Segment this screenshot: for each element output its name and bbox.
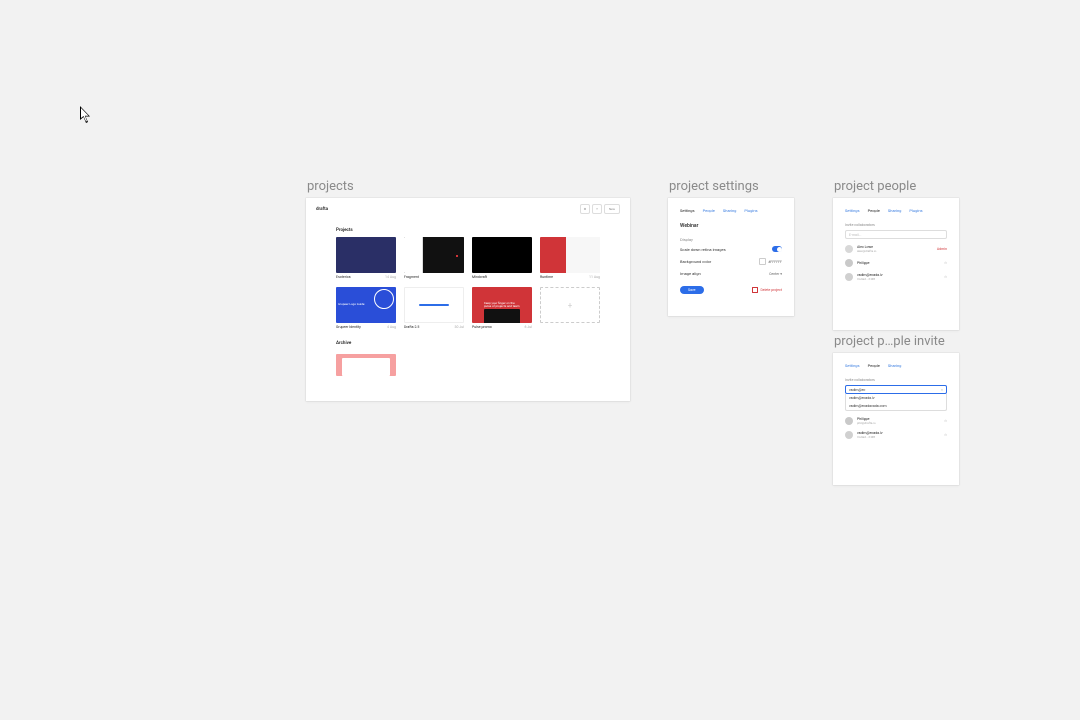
project-card[interactable]: Grupeer Logo Guide Grupeer Identity4 Aug [336, 287, 396, 329]
project-card[interactable]: Fragment [404, 237, 464, 279]
pointer-cursor [80, 106, 92, 124]
thumb-drafta [404, 287, 464, 323]
person-row: vadim@ecada.lv Invited - 3 MB ⊖ [845, 273, 947, 281]
thumb-pulse: Keep your finger on the pulse of project… [472, 287, 532, 323]
row-scale-images: Scale down retina images [680, 246, 782, 252]
artboard-projects[interactable]: drafta ⚙ ⍟ New Projects Esoterica14 Aug … [306, 198, 630, 401]
autocomplete-item[interactable]: vadim@ecadacada.com [846, 402, 946, 410]
autocomplete-item[interactable]: vadim@ecada.lv [846, 394, 946, 402]
user-icon[interactable]: ⍟ [592, 204, 602, 214]
thumb-mindcraft [472, 237, 532, 273]
bg-color-control[interactable]: #FFFFFF [759, 258, 782, 265]
avatar [845, 259, 853, 267]
email-input[interactable]: E-mail... [845, 230, 947, 239]
artboard-label-projects: projects [307, 179, 354, 194]
display-group-heading: Display [680, 237, 782, 242]
tab-settings[interactable]: Settings [845, 363, 860, 368]
toggle-scale[interactable] [772, 246, 782, 252]
artboard-people[interactable]: Settings People Sharing Plugins Invite c… [833, 198, 959, 330]
tabs: Settings People Sharing Plugins [680, 208, 782, 213]
thumb-fragment [404, 237, 464, 273]
tab-sharing[interactable]: Sharing [723, 208, 737, 213]
tab-plugins[interactable]: Plugins [744, 208, 757, 213]
remove-icon[interactable]: ⊖ [944, 433, 947, 437]
artboard-label-people: project people [834, 179, 916, 194]
add-project-icon: + [540, 287, 600, 323]
person-row: Alex Lowe alex@drafta.io Admin [845, 245, 947, 253]
avatar [845, 417, 853, 425]
thumb-esoterica [336, 237, 396, 273]
row-image-align: Image align Center ▾ [680, 271, 782, 276]
remove-icon[interactable]: ⊖ [944, 419, 947, 423]
avatar [845, 245, 853, 253]
tab-settings[interactable]: Settings [680, 208, 695, 213]
person-row: vadim@ecada.lv Invited - 3 MB ⊖ [845, 431, 947, 439]
email-input[interactable]: vadim@ec × [845, 385, 947, 394]
artboard-label-invite: project p…ple invite [834, 334, 945, 349]
project-card[interactable]: Esoterica14 Aug [336, 237, 396, 279]
role-label[interactable]: Admin [937, 247, 947, 251]
project-card[interactable]: Drafta 2.530 Jul [404, 287, 464, 329]
clear-icon[interactable]: × [941, 387, 943, 392]
artboard-settings[interactable]: Settings People Sharing Plugins Webinar … [668, 198, 794, 316]
autocomplete-dropdown: vadim@ecada.lv vadim@ecadacada.com [845, 394, 947, 411]
save-button[interactable]: Save [680, 286, 704, 294]
remove-icon[interactable]: ⊖ [944, 261, 947, 265]
tab-settings[interactable]: Settings [845, 208, 860, 213]
artboard-people-invite[interactable]: Settings People Sharing Invite collabora… [833, 353, 959, 485]
invite-heading: Invite collaborators [845, 378, 947, 382]
remove-icon[interactable]: ⊖ [944, 275, 947, 279]
project-card[interactable]: Mindcraft [472, 237, 532, 279]
tab-sharing[interactable]: Sharing [888, 208, 902, 213]
new-button[interactable]: New [604, 204, 620, 214]
artboard-label-settings: project settings [669, 179, 759, 194]
invite-heading: Invite collaborators [845, 223, 947, 227]
tab-plugins[interactable]: Plugins [909, 208, 922, 213]
project-card[interactable]: Runtime11 Aug [540, 237, 600, 279]
tab-people[interactable]: People [703, 208, 715, 213]
tab-people[interactable]: People [868, 208, 880, 213]
align-select[interactable]: Center ▾ [769, 272, 782, 276]
avatar [845, 273, 853, 281]
projects-grid: Esoterica14 Aug Fragment Mindcraft Runti… [306, 237, 630, 329]
tab-sharing[interactable]: Sharing [888, 363, 902, 368]
header-actions: ⚙ ⍟ New [580, 204, 620, 214]
thumb-runtime [540, 237, 600, 273]
person-row: Philippe phil@drafta.io ⊖ [845, 417, 947, 425]
row-bg-color: Background color #FFFFFF [680, 258, 782, 265]
project-card[interactable]: Keep your finger on the pulse of project… [472, 287, 532, 329]
brand-title: drafta [316, 207, 328, 212]
chevron-down-icon: ▾ [780, 272, 782, 276]
color-swatch-icon [759, 258, 766, 265]
tab-people[interactable]: People [868, 363, 880, 368]
tabs: Settings People Sharing [845, 363, 947, 368]
person-row: Philippe ⊖ [845, 259, 947, 267]
delete-project-link[interactable]: Delete project [752, 287, 782, 293]
tabs: Settings People Sharing Plugins [845, 208, 947, 213]
thumb-grupeer: Grupeer Logo Guide [336, 287, 396, 323]
project-add[interactable]: + [540, 287, 600, 329]
trash-icon [752, 287, 758, 293]
section-archive-heading: Archive [336, 341, 630, 346]
avatar [845, 431, 853, 439]
archive-thumb[interactable] [336, 354, 396, 376]
project-name: Webinar [680, 223, 782, 229]
settings-icon[interactable]: ⚙ [580, 204, 590, 214]
section-projects-heading: Projects [336, 228, 630, 233]
